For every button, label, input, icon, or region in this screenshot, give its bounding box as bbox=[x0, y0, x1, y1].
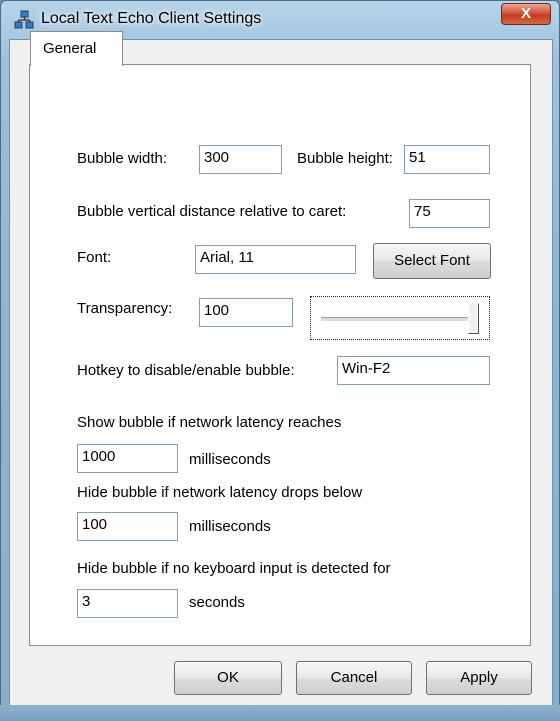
network-icon bbox=[14, 10, 34, 29]
window-title: Local Text Echo Client Settings bbox=[41, 10, 262, 27]
transparency-label: Transparency: bbox=[77, 300, 173, 317]
vertical-distance-label: Bubble vertical distance relative to car… bbox=[77, 203, 347, 220]
select-font-button[interactable]: Select Font bbox=[373, 243, 491, 279]
hotkey-input[interactable]: Win-F2 bbox=[337, 356, 490, 385]
cancel-button[interactable]: Cancel bbox=[296, 661, 412, 695]
hotkey-label: Hotkey to disable/enable bubble: bbox=[77, 362, 295, 379]
show-latency-label: Show bubble if network latency reaches bbox=[77, 414, 342, 431]
hide-latency-label: Hide bubble if network latency drops bel… bbox=[77, 484, 363, 501]
font-display-field[interactable]: Arial, 11 bbox=[195, 245, 356, 274]
transparency-input[interactable]: 100 bbox=[199, 298, 293, 327]
slider-track bbox=[321, 317, 477, 322]
bubble-width-label: Bubble width: bbox=[77, 150, 168, 167]
hide-idle-label: Hide bubble if no keyboard input is dete… bbox=[77, 560, 391, 577]
bubble-height-label: Bubble height: bbox=[297, 150, 393, 167]
font-label: Font: bbox=[77, 249, 112, 266]
tab-general[interactable]: General bbox=[30, 31, 123, 66]
hide-latency-unit: milliseconds bbox=[189, 518, 271, 535]
bubble-width-input[interactable]: 300 bbox=[199, 145, 282, 174]
ok-button[interactable]: OK bbox=[174, 661, 282, 695]
hide-idle-unit: seconds bbox=[189, 594, 245, 611]
close-button[interactable]: X bbox=[501, 3, 551, 25]
tab-general-label: General bbox=[43, 40, 97, 57]
slider-thumb[interactable] bbox=[468, 303, 479, 334]
hide-latency-input[interactable]: 100 bbox=[77, 512, 178, 541]
close-icon: X bbox=[520, 5, 531, 22]
bubble-height-input[interactable]: 51 bbox=[404, 145, 490, 174]
transparency-slider[interactable] bbox=[310, 296, 490, 340]
show-latency-unit: milliseconds bbox=[189, 451, 271, 468]
window-bottom-border bbox=[0, 705, 560, 721]
apply-button[interactable]: Apply bbox=[426, 661, 532, 695]
hide-idle-input[interactable]: 3 bbox=[77, 589, 178, 618]
show-latency-input[interactable]: 1000 bbox=[77, 444, 178, 473]
vertical-distance-input[interactable]: 75 bbox=[409, 199, 490, 228]
